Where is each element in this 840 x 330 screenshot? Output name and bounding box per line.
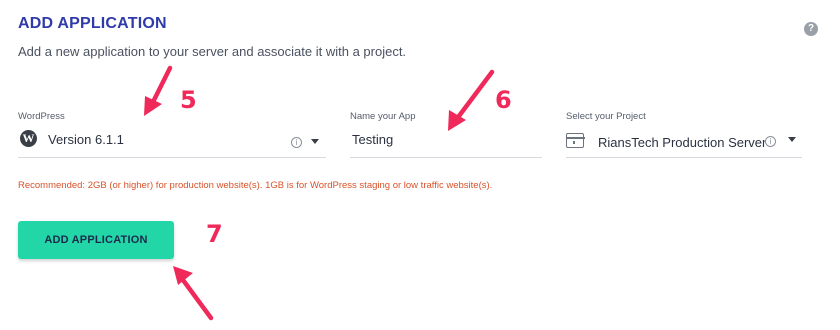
step-5-marker: 5 bbox=[180, 86, 197, 114]
step-6-marker: 6 bbox=[495, 86, 512, 114]
arrow-5-icon bbox=[149, 65, 173, 107]
step-7-marker: 7 bbox=[206, 220, 223, 248]
arrow-6-icon bbox=[453, 69, 495, 123]
annotation-arrows bbox=[144, 65, 495, 321]
arrow-7-icon bbox=[180, 277, 214, 321]
